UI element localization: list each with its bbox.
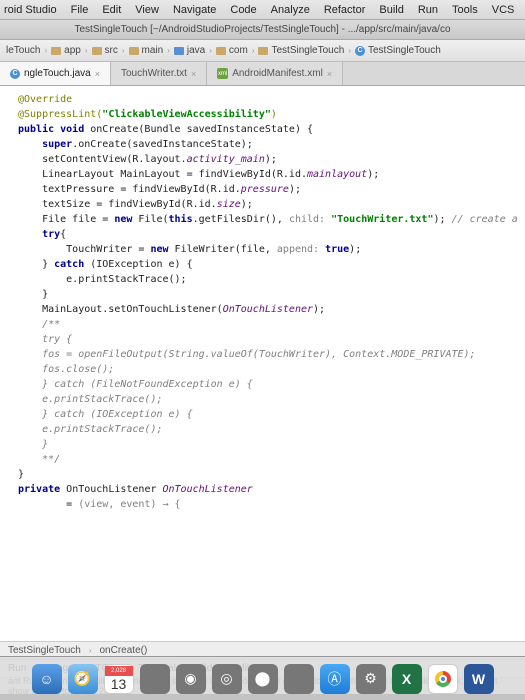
- dock-app-icon[interactable]: [284, 664, 314, 694]
- xml-icon: xml: [217, 68, 228, 79]
- menu-view[interactable]: View: [135, 4, 159, 16]
- close-icon[interactable]: ×: [95, 69, 100, 79]
- word-icon[interactable]: W: [464, 664, 494, 694]
- menu-run[interactable]: Run: [418, 4, 438, 16]
- menu-build[interactable]: Build: [379, 4, 403, 16]
- breadcrumb-item[interactable]: leTouch: [6, 45, 40, 56]
- window-titlebar: TestSingleTouch [~/AndroidStudioProjects…: [0, 20, 525, 40]
- breadcrumb-item[interactable]: CTestSingleTouch: [355, 45, 441, 56]
- tab-java-file[interactable]: C ngleTouch.java ×: [0, 62, 111, 85]
- appstore-icon[interactable]: Ⓐ: [320, 664, 350, 694]
- app-name: roid Studio: [4, 4, 57, 16]
- breadcrumb-item[interactable]: com: [216, 45, 248, 56]
- java-class-icon: C: [10, 69, 20, 79]
- breadcrumb-item[interactable]: java: [174, 45, 205, 56]
- code-editor[interactable]: @Override @SuppressLint("ClickableViewAc…: [0, 86, 525, 642]
- editor-tabs: C ngleTouch.java × TouchWriter.txt × xml…: [0, 62, 525, 86]
- tab-text-file[interactable]: TouchWriter.txt ×: [111, 62, 207, 85]
- tab-label: TouchWriter.txt: [121, 68, 187, 79]
- menu-file[interactable]: File: [71, 4, 89, 16]
- dock-app-icon[interactable]: ◉: [176, 664, 206, 694]
- breadcrumb-item[interactable]: main: [129, 45, 164, 56]
- dock-app-icon[interactable]: ◎: [212, 664, 242, 694]
- menu-vcs[interactable]: VCS: [492, 4, 515, 16]
- dock-app-icon[interactable]: ⬤: [248, 664, 278, 694]
- struct-method[interactable]: onCreate(): [100, 645, 148, 656]
- tab-label: AndroidManifest.xml: [232, 68, 323, 79]
- menu-navigate[interactable]: Navigate: [173, 4, 216, 16]
- calendar-icon[interactable]: 2,028 13: [104, 664, 134, 694]
- excel-icon[interactable]: X: [392, 664, 422, 694]
- tab-label: ngleTouch.java: [24, 68, 91, 79]
- menu-code[interactable]: Code: [230, 4, 256, 16]
- safari-icon[interactable]: 🧭: [68, 664, 98, 694]
- macos-menubar: roid Studio File Edit View Navigate Code…: [0, 0, 525, 20]
- menu-edit[interactable]: Edit: [102, 4, 121, 16]
- breadcrumb: leTouch› app› src› main› java› com› Test…: [0, 40, 525, 62]
- breadcrumb-item[interactable]: TestSingleTouch: [258, 45, 344, 56]
- menu-refactor[interactable]: Refactor: [324, 4, 366, 16]
- chrome-icon[interactable]: [428, 664, 458, 694]
- breadcrumb-item[interactable]: app: [51, 45, 81, 56]
- dock-app-icon[interactable]: ⚙: [356, 664, 386, 694]
- macos-dock: ☺ 🧭 2,028 13 ◉ ◎ ⬤ Ⓐ ⚙ X W: [0, 656, 525, 700]
- close-icon[interactable]: ×: [191, 69, 196, 79]
- menu-analyze[interactable]: Analyze: [271, 4, 310, 16]
- struct-class[interactable]: TestSingleTouch: [8, 645, 81, 656]
- close-icon[interactable]: ×: [327, 69, 332, 79]
- menu-tools[interactable]: Tools: [452, 4, 478, 16]
- window-title: TestSingleTouch [~/AndroidStudioProjects…: [74, 24, 450, 35]
- breadcrumb-item[interactable]: src: [92, 45, 118, 56]
- tab-xml-file[interactable]: xml AndroidManifest.xml ×: [207, 62, 343, 85]
- dock-app-icon[interactable]: [140, 664, 170, 694]
- finder-icon[interactable]: ☺: [32, 664, 62, 694]
